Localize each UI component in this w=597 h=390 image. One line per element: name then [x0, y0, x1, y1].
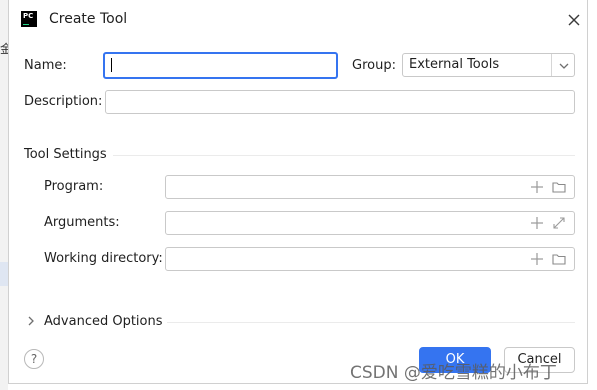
- dialog-title: Create Tool: [49, 11, 128, 27]
- working-directory-label: Working directory:: [44, 251, 163, 266]
- expand-icon[interactable]: [552, 216, 566, 230]
- program-label: Program:: [44, 179, 104, 194]
- chevron-down-icon[interactable]: [557, 59, 571, 73]
- advanced-separator: [167, 322, 575, 323]
- add-macro-icon[interactable]: [530, 216, 544, 230]
- background-window-edge: 金: [0, 0, 12, 390]
- create-tool-dialog: PC Create Tool Name: Group: External Too…: [8, 0, 588, 384]
- title-bar: PC Create Tool: [9, 0, 587, 40]
- chevron-right-icon[interactable]: [26, 315, 36, 327]
- name-input[interactable]: [103, 52, 338, 79]
- folder-icon[interactable]: [552, 252, 566, 266]
- description-label: Description:: [24, 94, 103, 109]
- working-directory-input[interactable]: [165, 247, 575, 271]
- add-macro-icon[interactable]: [530, 180, 544, 194]
- pycharm-app-icon: PC: [21, 11, 37, 27]
- description-input[interactable]: [105, 90, 575, 114]
- combo-separator: [551, 54, 552, 76]
- name-label: Name:: [24, 58, 67, 73]
- arguments-input[interactable]: [165, 211, 575, 235]
- advanced-options-toggle[interactable]: Advanced Options: [44, 314, 163, 329]
- close-icon[interactable]: [565, 11, 583, 29]
- group-label: Group:: [352, 58, 396, 73]
- ok-button[interactable]: OK: [419, 347, 491, 373]
- group-combobox[interactable]: External Tools: [402, 53, 575, 77]
- arguments-label: Arguments:: [44, 215, 120, 230]
- help-button[interactable]: ?: [24, 349, 44, 369]
- group-selected-value: External Tools: [409, 57, 500, 72]
- tool-settings-heading: Tool Settings: [24, 147, 107, 162]
- section-separator: [113, 155, 575, 156]
- folder-icon[interactable]: [552, 180, 566, 194]
- cancel-button[interactable]: Cancel: [504, 347, 575, 373]
- add-macro-icon[interactable]: [530, 252, 544, 266]
- program-input[interactable]: [165, 175, 575, 199]
- app-icon-text: PC: [23, 12, 34, 20]
- text-caret: [111, 58, 112, 72]
- background-selected-row: [0, 262, 8, 286]
